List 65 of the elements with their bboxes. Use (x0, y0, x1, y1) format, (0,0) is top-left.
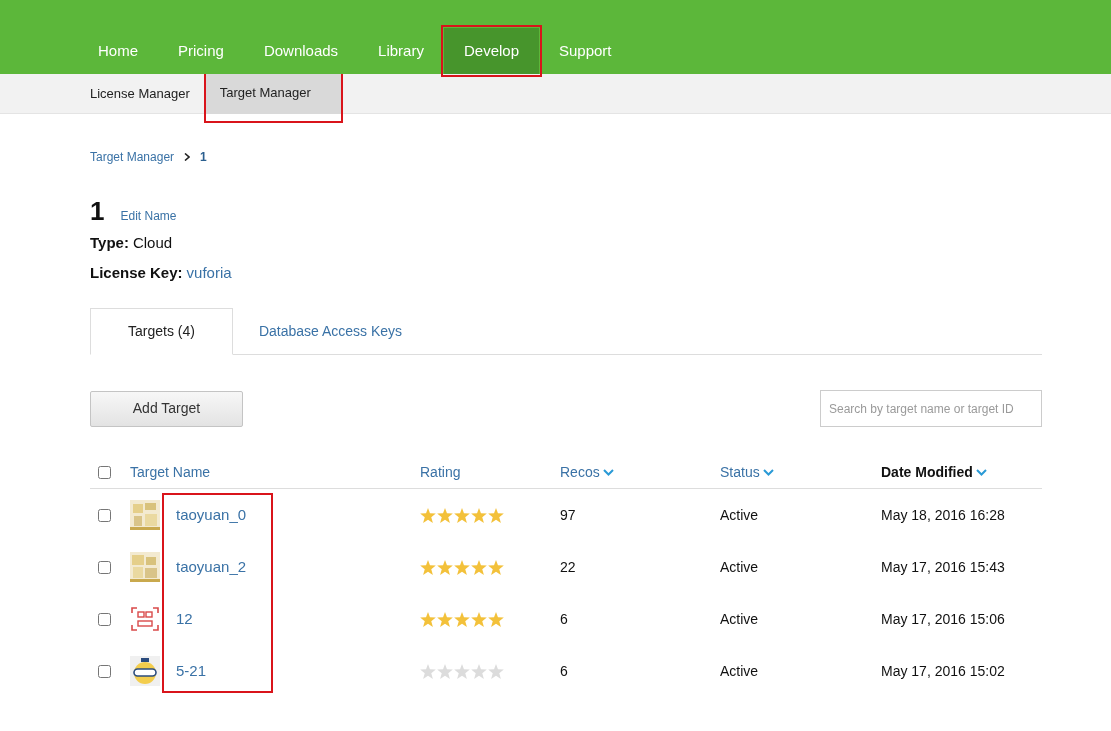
date-cell-text: May 17, 2016 15:43 (881, 557, 1006, 577)
row-checkbox[interactable] (98, 508, 111, 522)
recos-cell-text: 6 (560, 609, 569, 629)
date-cell-text: May 17, 2016 15:06 (881, 609, 1006, 629)
status-cell-text: Active (720, 505, 760, 525)
star-icon (437, 507, 453, 523)
target-name-link[interactable]: 12 (176, 607, 193, 631)
star-icon (420, 663, 436, 679)
status-cell-text: Active (720, 557, 760, 577)
database-name: 1 (90, 198, 105, 224)
star-icon (454, 559, 470, 575)
star-icon (454, 663, 470, 679)
recos-cell-text: 22 (560, 557, 577, 577)
date-cell-text: May 18, 2016 16:28 (881, 505, 1006, 525)
column-header[interactable]: Target Name (130, 462, 420, 483)
date-cell-text: May 17, 2016 15:02 (881, 661, 1006, 681)
star-icon (488, 559, 504, 575)
star-icon (420, 559, 436, 575)
row-checkbox[interactable] (98, 664, 111, 678)
star-icon (488, 507, 504, 523)
chevron-icon (184, 153, 191, 161)
column-header[interactable]: Rating (420, 462, 560, 483)
star-icon (471, 663, 487, 679)
recos-cell-text: 97 (560, 505, 577, 525)
star-icon (471, 507, 487, 523)
license-key-link[interactable]: vuforia (186, 261, 232, 284)
target-name-link[interactable]: 5-21 (176, 659, 207, 683)
field-label: License Key: (90, 262, 183, 283)
add-target-button[interactable]: Add Target (90, 390, 243, 427)
breadcrumb-current: 1 (200, 149, 207, 166)
target-name-link[interactable]: taoyuan_2 (176, 555, 247, 579)
breadcrumb-link[interactable]: Target Manager (90, 148, 175, 166)
star-icon (454, 507, 470, 523)
star-icon (420, 611, 436, 627)
tab[interactable]: Database Access Keys (232, 308, 441, 355)
star-icon (437, 559, 453, 575)
row-checkbox[interactable] (98, 612, 111, 626)
edit-name-link[interactable]: Edit Name (120, 207, 177, 225)
subnav-tab[interactable]: Target Manager (203, 74, 343, 123)
field-value: Cloud (132, 233, 173, 253)
star-icon (488, 611, 504, 627)
star-icon (454, 611, 470, 627)
status-cell-text: Active (720, 609, 760, 629)
chevron-down-icon (975, 469, 987, 476)
column-header[interactable]: Recos (560, 462, 720, 483)
star-icon (471, 611, 487, 627)
recos-cell-text: 6 (560, 661, 569, 681)
star-icon (437, 611, 453, 627)
target-name-link[interactable]: taoyuan_0 (176, 503, 247, 527)
star-icon (488, 663, 504, 679)
star-icon (471, 559, 487, 575)
search-field[interactable]: Search by target name or target ID (820, 390, 1042, 427)
column-header[interactable]: Date Modified (881, 462, 1042, 483)
star-icon (420, 507, 436, 523)
row-checkbox[interactable] (98, 560, 111, 574)
field-label: Type: (90, 233, 129, 253)
tab[interactable]: Targets (4) (90, 308, 233, 355)
star-icon (437, 663, 453, 679)
chevron-down-icon (602, 469, 614, 476)
select-all-checkbox[interactable] (98, 466, 111, 479)
status-cell-text: Active (720, 661, 760, 681)
chevron-down-icon (762, 469, 774, 476)
subnav-tab[interactable]: License Manager (76, 74, 204, 113)
column-header[interactable]: Status (720, 462, 881, 483)
nav-tab[interactable]: Develop (443, 28, 539, 74)
